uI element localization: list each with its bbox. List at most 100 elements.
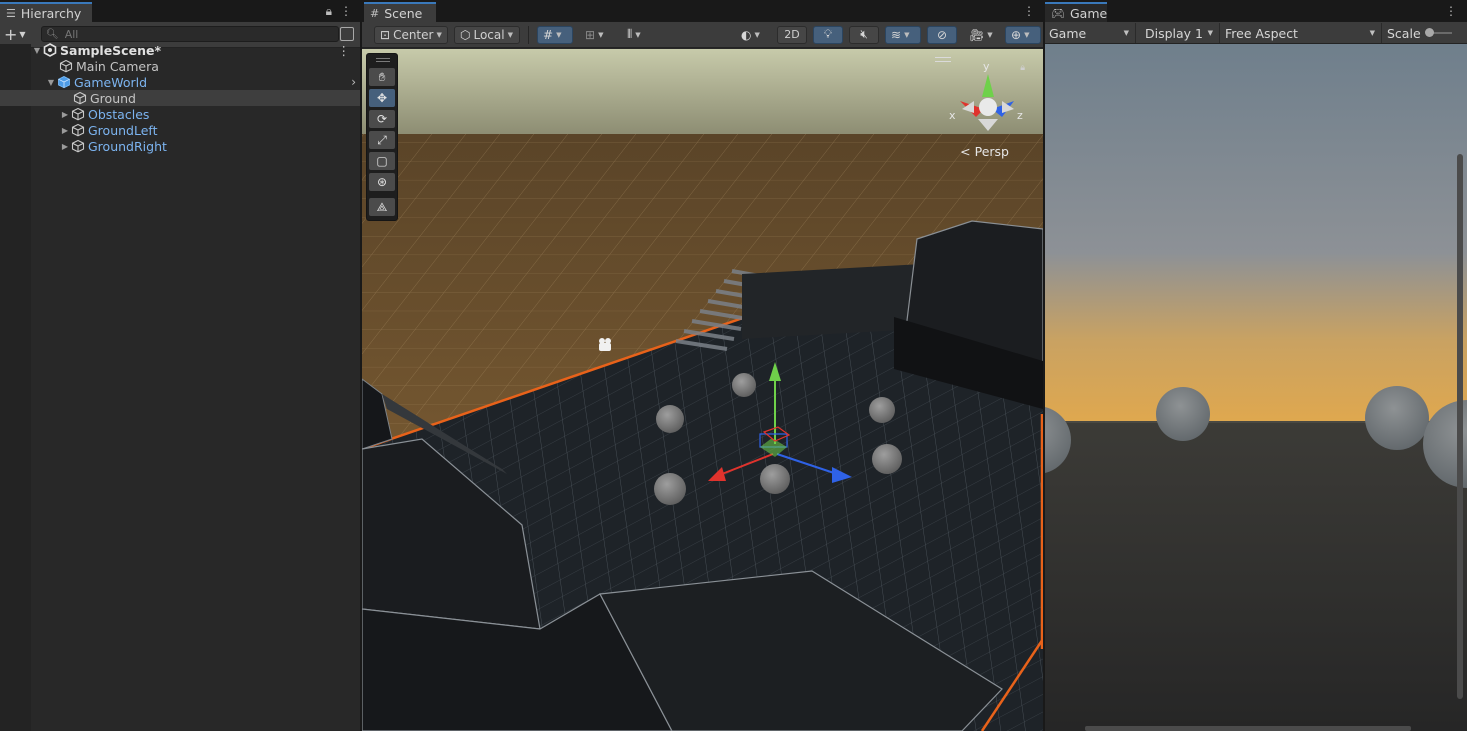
hierarchy-item-samplescene[interactable]: ▼ SampleScene* ⋮ — [0, 42, 360, 58]
lighting-toggle[interactable]: 💡︎ — [813, 25, 843, 44]
vertical-scrollbar[interactable] — [1457, 154, 1463, 699]
fold-collapsed-icon[interactable]: ▶ — [59, 142, 71, 151]
chevron-down-icon: ▼ — [1024, 30, 1030, 39]
pivot-mode-label: Center — [393, 27, 434, 42]
effects-dropdown[interactable]: ≋ ▼ — [885, 25, 921, 44]
2d-mode-label: 2D — [784, 28, 800, 41]
hierarchy-item-label: Obstacles — [88, 106, 150, 122]
pivot-rotation-label: Local — [473, 27, 505, 42]
rect-tool[interactable]: ▢ — [369, 152, 395, 170]
audio-toggle[interactable]: 🔇︎ — [849, 25, 879, 44]
more-options-icon[interactable]: ⋮ — [1445, 4, 1457, 18]
increment-snap-icon: ⦀ — [627, 27, 633, 41]
scene-tabbar: # Scene ⋮ — [362, 0, 1043, 22]
hierarchy-list: ▼ SampleScene* ⋮ Main Camera ▼ GameWorld… — [0, 42, 360, 731]
hierarchy-item-main-camera[interactable]: Main Camera — [0, 58, 360, 74]
scale-icon: ⤢ — [377, 132, 387, 147]
overlay-grip-icon[interactable] — [376, 58, 390, 62]
hierarchy-item-label: Ground — [90, 90, 136, 106]
fold-collapsed-icon[interactable]: ▶ — [59, 126, 71, 135]
chevron-down-icon: ▼ — [1123, 29, 1129, 37]
move-tool[interactable]: ✥ — [369, 89, 395, 107]
more-options-icon[interactable]: ⋮ — [1023, 4, 1035, 18]
grid-snap-icon: ⊞ — [585, 27, 596, 42]
display-dropdown[interactable]: Display 1 ▼ — [1141, 24, 1217, 42]
scale-slider-thumb[interactable] — [1425, 28, 1434, 37]
tab-game[interactable]: 🎮︎ Game — [1045, 2, 1107, 22]
hierarchy-item-label: GroundRight — [88, 138, 167, 154]
chevron-down-icon: ▼ — [754, 30, 760, 39]
chevron-down-icon: ▼ — [507, 30, 513, 39]
lightbulb-icon: 💡︎ — [823, 27, 833, 41]
game-render — [1045, 44, 1467, 731]
aspect-dropdown[interactable]: Free Aspect ▼ — [1221, 24, 1379, 42]
game-tabbar: 🎮︎ Game ⋮ — [1045, 0, 1467, 22]
hierarchy-item-obstacles[interactable]: ▶ Obstacles — [0, 106, 360, 122]
scale-control: Scale — [1383, 24, 1467, 42]
overlay-drag-handle[interactable] — [935, 57, 951, 62]
hand-tool[interactable]: ✋︎ — [369, 68, 395, 86]
hierarchy-item-label: GroundLeft — [88, 122, 158, 138]
hierarchy-item-label: GameWorld — [74, 74, 148, 90]
hierarchy-item-label: Main Camera — [76, 58, 159, 74]
hierarchy-item-groundright[interactable]: ▶ GroundRight — [0, 138, 360, 154]
hierarchy-item-gameworld[interactable]: ▼ GameWorld › — [0, 74, 360, 90]
tab-game-label: Game — [1069, 5, 1108, 21]
scale-tool[interactable]: ⤢ — [369, 131, 395, 149]
tab-hierarchy[interactable]: ☰ Hierarchy — [0, 2, 92, 22]
pivot-mode-dropdown[interactable]: ⊡ Center ▼ — [374, 25, 448, 44]
increment-snapping-toggle[interactable]: ⦀ ▼ — [621, 25, 661, 44]
gameobject-cube-icon — [73, 91, 87, 105]
display-label: Display 1 — [1145, 25, 1204, 41]
chevron-right-icon[interactable]: › — [351, 75, 356, 89]
shaded-sphere-icon: ◐ — [741, 27, 752, 42]
chevron-down-icon: ▼ — [598, 30, 604, 39]
hierarchy-panel: ☰ Hierarchy 🔒︎ ⋮ + ▼ 🔍︎ ▼ SampleScene* — [0, 0, 360, 731]
hierarchy-search[interactable]: 🔍︎ — [41, 26, 339, 42]
axis-label-z: z — [1017, 109, 1023, 122]
toolbar-divider — [1135, 23, 1136, 43]
chevron-down-icon: ▼ — [635, 30, 641, 39]
scale-slider[interactable] — [1425, 28, 1452, 37]
draw-mode-dropdown[interactable]: ◐ ▼ — [735, 25, 771, 44]
custom-tool[interactable]: ⟁ — [369, 198, 395, 216]
grid-snapping-toggle[interactable]: ⊞ ▼ — [579, 25, 615, 44]
camera-icon: 🎥︎ — [969, 27, 985, 42]
hierarchy-item-ground[interactable]: Ground — [0, 90, 360, 106]
more-options-icon[interactable]: ⋮ — [338, 43, 351, 58]
prefab-cube-icon — [58, 76, 70, 89]
game-viewport[interactable] — [1045, 44, 1467, 731]
tab-scene[interactable]: # Scene — [364, 2, 436, 22]
axis-label-y: y — [983, 60, 990, 73]
search-input[interactable] — [64, 27, 305, 41]
grid-icon: # — [543, 27, 554, 42]
camera-settings-dropdown[interactable]: 🎥︎ ▼ — [963, 25, 999, 44]
fold-expanded-icon[interactable]: ▼ — [31, 46, 43, 55]
scene-visibility-toggle[interactable]: ⊘ — [927, 25, 957, 44]
rotate-tool[interactable]: ⟳ — [369, 110, 395, 128]
scene-toolbar: ⊡ Center ▼ ⬡ Local ▼ # ▼ ⊞ ▼ ⦀ ▼ ◐ ▼ 2D — [362, 22, 1043, 48]
game-panel: 🎮︎ Game ⋮ Game ▼ Display 1 ▼ Free Aspect… — [1045, 0, 1467, 731]
hierarchy-tabbar: ☰ Hierarchy 🔒︎ ⋮ — [0, 0, 360, 22]
local-cube-icon: ⬡ — [460, 27, 471, 42]
transform-tool[interactable]: ⊛ — [369, 173, 395, 191]
rotate-icon: ⟳ — [376, 112, 388, 126]
lock-icon[interactable]: 🔒︎ — [326, 4, 332, 19]
more-options-icon[interactable]: ⋮ — [340, 4, 352, 19]
projection-toggle[interactable]: < Persp — [960, 144, 1009, 159]
horizontal-scrollbar[interactable] — [1085, 726, 1411, 731]
search-options-icon[interactable] — [340, 27, 354, 41]
move-arrows-icon: ✥ — [376, 91, 388, 105]
gameobject-cube-icon — [59, 59, 73, 73]
fold-collapsed-icon[interactable]: ▶ — [59, 110, 71, 119]
2d-mode-toggle[interactable]: 2D — [777, 25, 807, 44]
grid-visibility-toggle[interactable]: # ▼ — [537, 25, 573, 44]
gizmos-dropdown[interactable]: ⊕ ▼ — [1005, 25, 1041, 44]
pivot-rotation-dropdown[interactable]: ⬡ Local ▼ — [454, 25, 520, 44]
fold-expanded-icon[interactable]: ▼ — [45, 78, 57, 87]
hierarchy-item-groundleft[interactable]: ▶ GroundLeft — [0, 122, 360, 138]
game-mode-dropdown[interactable]: Game ▼ — [1045, 24, 1133, 42]
lock-icon[interactable]: 🔒︎ — [1020, 63, 1025, 73]
tab-scene-label: Scene — [384, 5, 423, 21]
scene-viewport[interactable]: y x z 🔒︎ < Persp ✋︎ ✥ ⟳ ⤢ ▢ ⊛ ⟁ — [362, 49, 1043, 731]
